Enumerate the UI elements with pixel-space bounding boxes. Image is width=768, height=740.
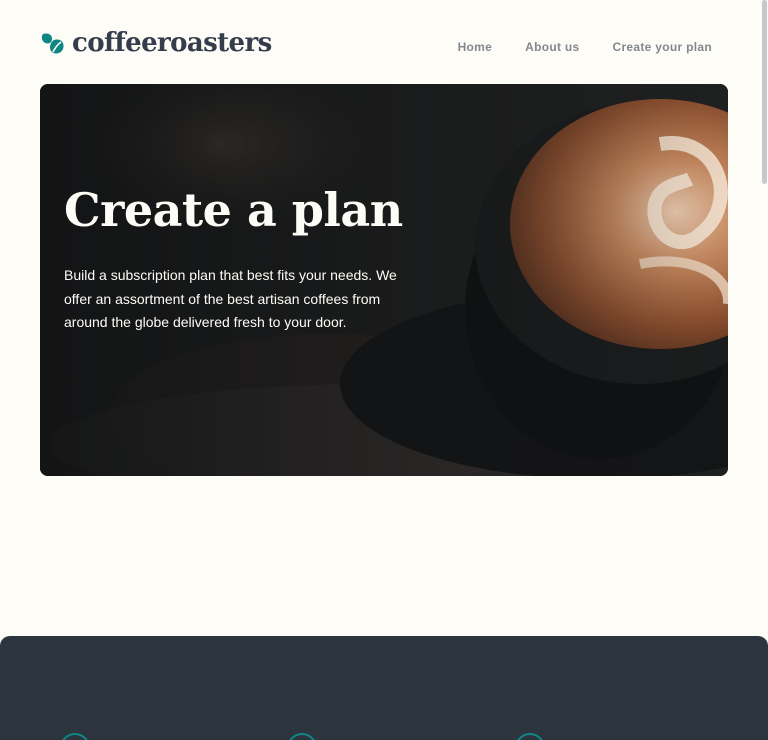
nav-home-link[interactable]: Home: [458, 40, 493, 54]
main-nav: Home About us Create your plan: [458, 40, 712, 54]
page-scrollbar[interactable]: [760, 0, 768, 740]
how-it-works-section: [0, 636, 768, 740]
brand-name: coffeeroasters: [72, 28, 272, 58]
step-3-marker: [515, 733, 545, 740]
site-header: coffeeroasters Home About us Create your…: [40, 28, 712, 60]
hero-banner: Create a plan Build a subscription plan …: [40, 84, 728, 476]
step-1-marker: [60, 733, 90, 740]
nav-create-plan-link[interactable]: Create your plan: [613, 40, 713, 54]
brand-logo[interactable]: coffeeroasters: [40, 28, 272, 58]
nav-about-link[interactable]: About us: [525, 40, 579, 54]
step-2-marker: [287, 733, 317, 740]
hero-title: Create a plan: [64, 183, 403, 237]
coffee-bean-logo-icon: [41, 33, 64, 54]
hero-description: Build a subscription plan that best fits…: [64, 267, 397, 330]
hero-content: Create a plan Build a subscription plan …: [64, 184, 434, 335]
scrollbar-thumb[interactable]: [762, 0, 767, 184]
